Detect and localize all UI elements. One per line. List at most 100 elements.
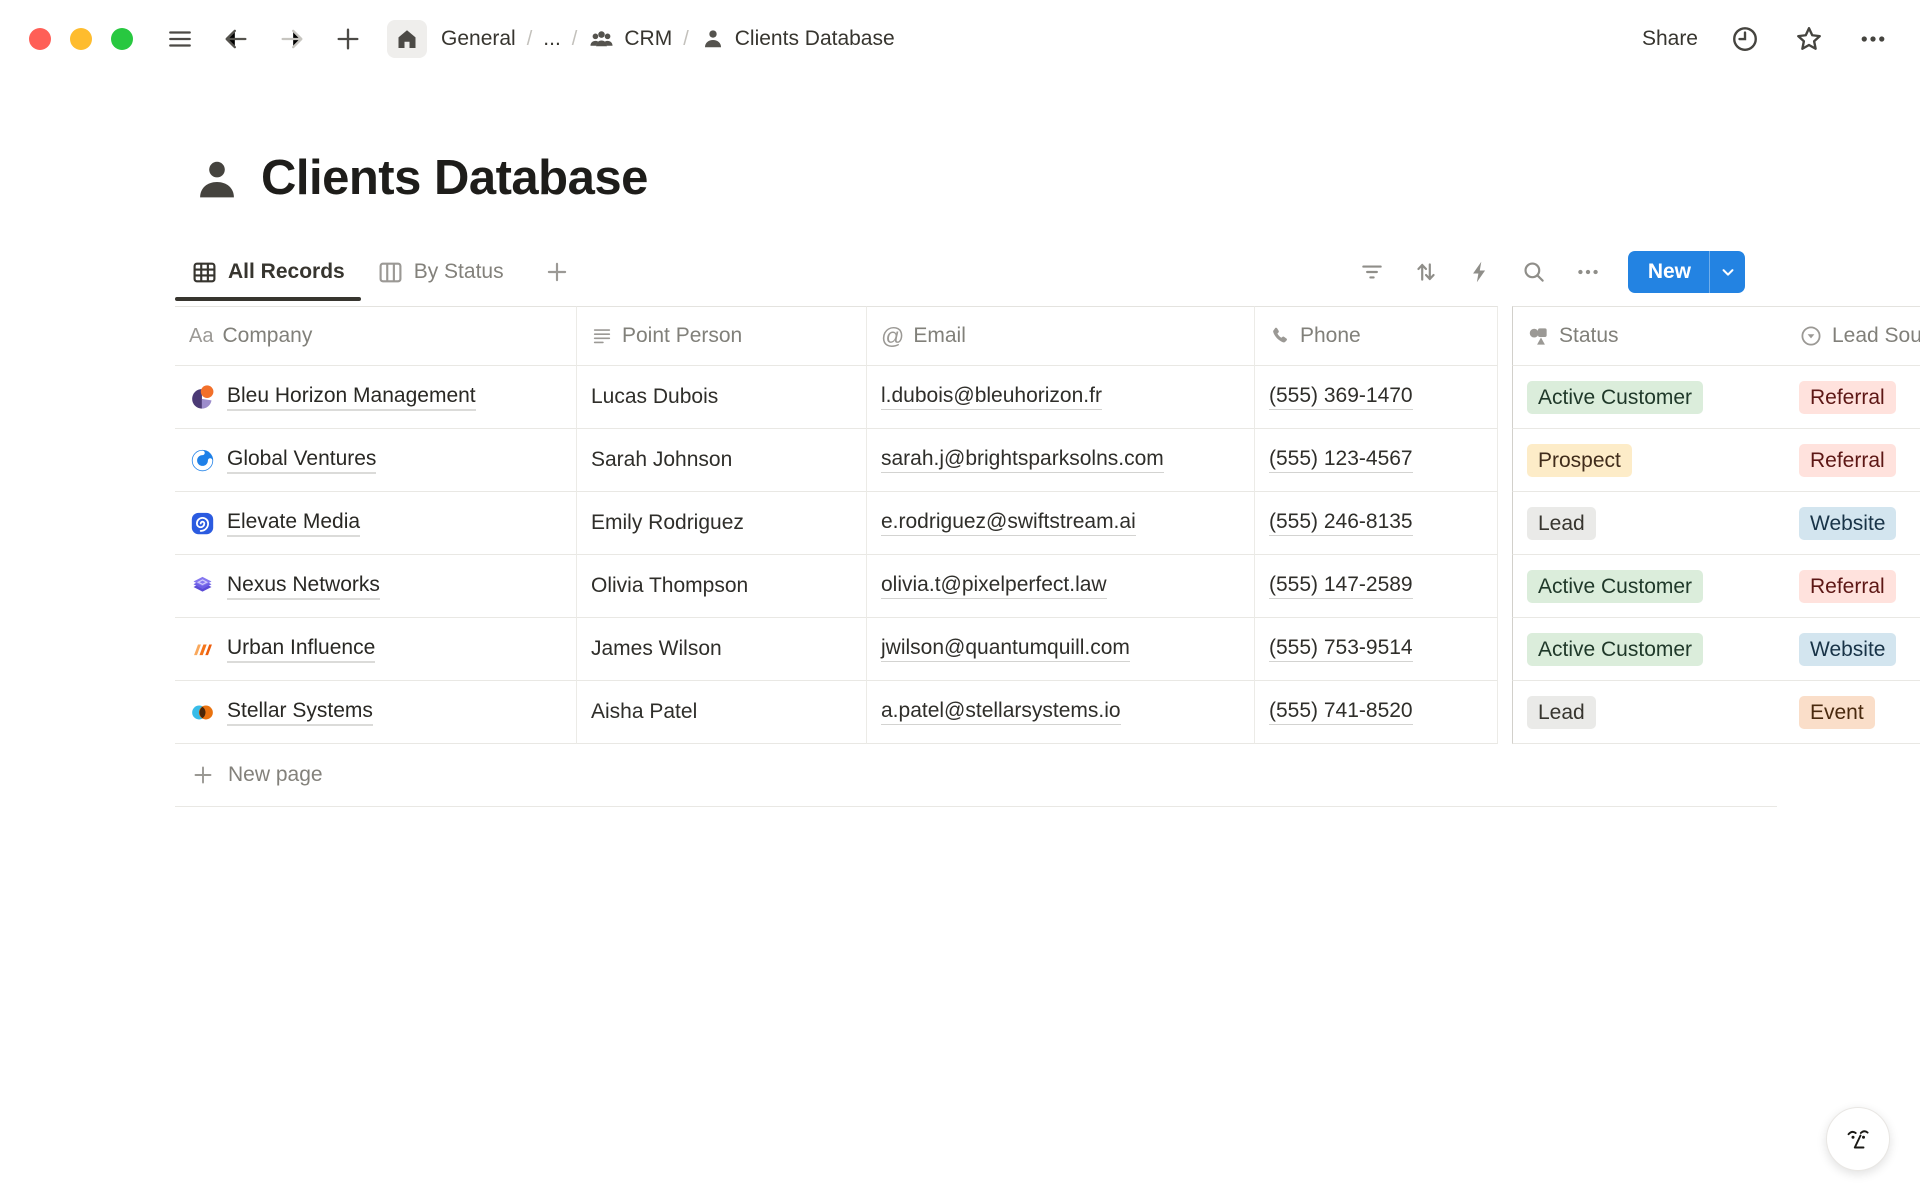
status-badge[interactable]: Active Customer: [1527, 381, 1703, 414]
plus-icon: [191, 763, 215, 787]
phone-cell[interactable]: (555) 741-8520: [1269, 699, 1413, 725]
new-page-label: New page: [228, 763, 323, 787]
person-icon: [700, 26, 726, 52]
breadcrumb-separator: /: [683, 28, 689, 51]
status-badge[interactable]: Active Customer: [1527, 633, 1703, 666]
table-row[interactable]: Global Ventures Sarah Johnson sarah.j@br…: [175, 429, 1920, 492]
breadcrumb-item-crm[interactable]: CRM: [588, 26, 672, 53]
tab-by-status[interactable]: By Status: [361, 244, 520, 300]
home-icon[interactable]: [387, 20, 427, 58]
automation-lightning-icon[interactable]: [1460, 252, 1500, 292]
company-cell[interactable]: Nexus Networks: [175, 555, 577, 618]
tab-label: All Records: [228, 260, 345, 284]
breadcrumb-collapsed-item[interactable]: ...: [543, 27, 561, 51]
phone-cell[interactable]: (555) 123-4567: [1269, 447, 1413, 473]
breadcrumb-item-clients-database[interactable]: Clients Database: [700, 26, 895, 52]
clients-table: Aa Company Point Person @ Email: [175, 306, 1920, 807]
point-person-cell[interactable]: Sarah Johnson: [591, 448, 732, 472]
new-page-row[interactable]: New page: [175, 744, 1777, 807]
column-header-email[interactable]: @ Email: [867, 306, 1255, 366]
back-icon[interactable]: [219, 22, 253, 56]
email-cell[interactable]: l.dubois@bleuhorizon.fr: [881, 384, 1102, 410]
company-cell[interactable]: Stellar Systems: [175, 681, 577, 744]
email-cell[interactable]: jwilson@quantumquill.com: [881, 636, 1130, 662]
email-cell[interactable]: olivia.t@pixelperfect.law: [881, 573, 1107, 599]
table-row[interactable]: Stellar Systems Aisha Patel a.patel@stel…: [175, 681, 1920, 744]
point-person-cell[interactable]: James Wilson: [591, 637, 722, 661]
status-shapes-icon: [1527, 325, 1550, 348]
company-logo-blue-spiral: [189, 510, 216, 537]
page-margin-gap: [1498, 306, 1512, 366]
breadcrumb-separator: /: [527, 28, 533, 51]
view-more-icon[interactable]: [1568, 252, 1608, 292]
table-row[interactable]: Elevate Media Emily Rodriguez e.rodrigue…: [175, 492, 1920, 555]
table-view-icon: [191, 259, 218, 286]
tab-label: By Status: [414, 260, 504, 284]
zoom-window-button[interactable]: [111, 28, 133, 50]
updates-clock-icon[interactable]: [1728, 22, 1762, 56]
company-logo-purple-layers: [189, 573, 216, 600]
sidebar-menu-icon[interactable]: [163, 22, 197, 56]
lead-source-badge[interactable]: Website: [1799, 633, 1896, 666]
table-row[interactable]: Nexus Networks Olivia Thompson olivia.t@…: [175, 555, 1920, 618]
breadcrumb-item-general[interactable]: General: [441, 27, 516, 51]
lead-source-badge[interactable]: Event: [1799, 696, 1875, 729]
column-header-status[interactable]: Status: [1512, 306, 1785, 366]
share-button[interactable]: Share: [1642, 27, 1698, 51]
sort-icon[interactable]: [1406, 252, 1446, 292]
email-cell[interactable]: e.rodriguez@swiftstream.ai: [881, 510, 1136, 536]
notion-ai-button[interactable]: [1826, 1107, 1890, 1171]
table-row[interactable]: Bleu Horizon Management Lucas Dubois l.d…: [175, 366, 1920, 429]
point-person-cell[interactable]: Aisha Patel: [591, 700, 697, 724]
company-cell[interactable]: Urban Influence: [175, 618, 577, 681]
company-logo-blue-swirl: [189, 447, 216, 474]
lead-source-badge[interactable]: Referral: [1799, 444, 1896, 477]
people-icon: [588, 26, 615, 53]
column-header-lead-source[interactable]: Lead Source: [1785, 306, 1920, 366]
filter-icon[interactable]: [1352, 252, 1392, 292]
lead-source-badge[interactable]: Website: [1799, 507, 1896, 540]
lead-source-badge[interactable]: Referral: [1799, 570, 1896, 603]
table-row[interactable]: Urban Influence James Wilson jwilson@qua…: [175, 618, 1920, 681]
favorite-star-icon[interactable]: [1792, 22, 1826, 56]
company-cell[interactable]: Bleu Horizon Management: [175, 366, 577, 429]
point-person-cell[interactable]: Olivia Thompson: [591, 574, 748, 598]
email-cell[interactable]: sarah.j@brightsparksolns.com: [881, 447, 1164, 473]
page-title: Clients Database: [261, 150, 648, 206]
add-view-icon[interactable]: [528, 244, 586, 300]
phone-cell[interactable]: (555) 147-2589: [1269, 573, 1413, 599]
status-badge[interactable]: Lead: [1527, 507, 1596, 540]
new-button-chevron-down-icon[interactable]: [1709, 251, 1745, 293]
at-icon: @: [881, 323, 904, 350]
board-view-icon: [377, 259, 404, 286]
column-header-point-person[interactable]: Point Person: [577, 306, 867, 366]
select-icon: [1799, 324, 1823, 348]
phone-cell[interactable]: (555) 753-9514: [1269, 636, 1413, 662]
status-badge[interactable]: Active Customer: [1527, 570, 1703, 603]
status-badge[interactable]: Prospect: [1527, 444, 1632, 477]
phone-cell[interactable]: (555) 246-8135: [1269, 510, 1413, 536]
email-cell[interactable]: a.patel@stellarsystems.io: [881, 699, 1121, 725]
close-window-button[interactable]: [29, 28, 51, 50]
more-options-icon[interactable]: [1856, 22, 1890, 56]
tab-all-records[interactable]: All Records: [175, 244, 361, 300]
app-window: General / ... / CRM /: [0, 0, 1920, 1200]
forward-icon[interactable]: [275, 22, 309, 56]
company-cell[interactable]: Elevate Media: [175, 492, 577, 555]
column-header-phone[interactable]: Phone: [1255, 306, 1498, 366]
minimize-window-button[interactable]: [70, 28, 92, 50]
column-header-company[interactable]: Aa Company: [175, 306, 577, 366]
company-cell[interactable]: Global Ventures: [175, 429, 577, 492]
page-icon-person[interactable]: [191, 154, 243, 206]
point-person-cell[interactable]: Lucas Dubois: [591, 385, 718, 409]
new-record-button[interactable]: New: [1628, 251, 1745, 293]
phone-cell[interactable]: (555) 369-1470: [1269, 384, 1413, 410]
new-button-label[interactable]: New: [1628, 251, 1709, 293]
status-badge[interactable]: Lead: [1527, 696, 1596, 729]
search-icon[interactable]: [1514, 252, 1554, 292]
lead-source-badge[interactable]: Referral: [1799, 381, 1896, 414]
phone-icon: [1269, 325, 1291, 347]
new-tab-icon[interactable]: [331, 22, 365, 56]
point-person-cell[interactable]: Emily Rodriguez: [591, 511, 744, 535]
ai-face-icon: [1840, 1121, 1876, 1157]
